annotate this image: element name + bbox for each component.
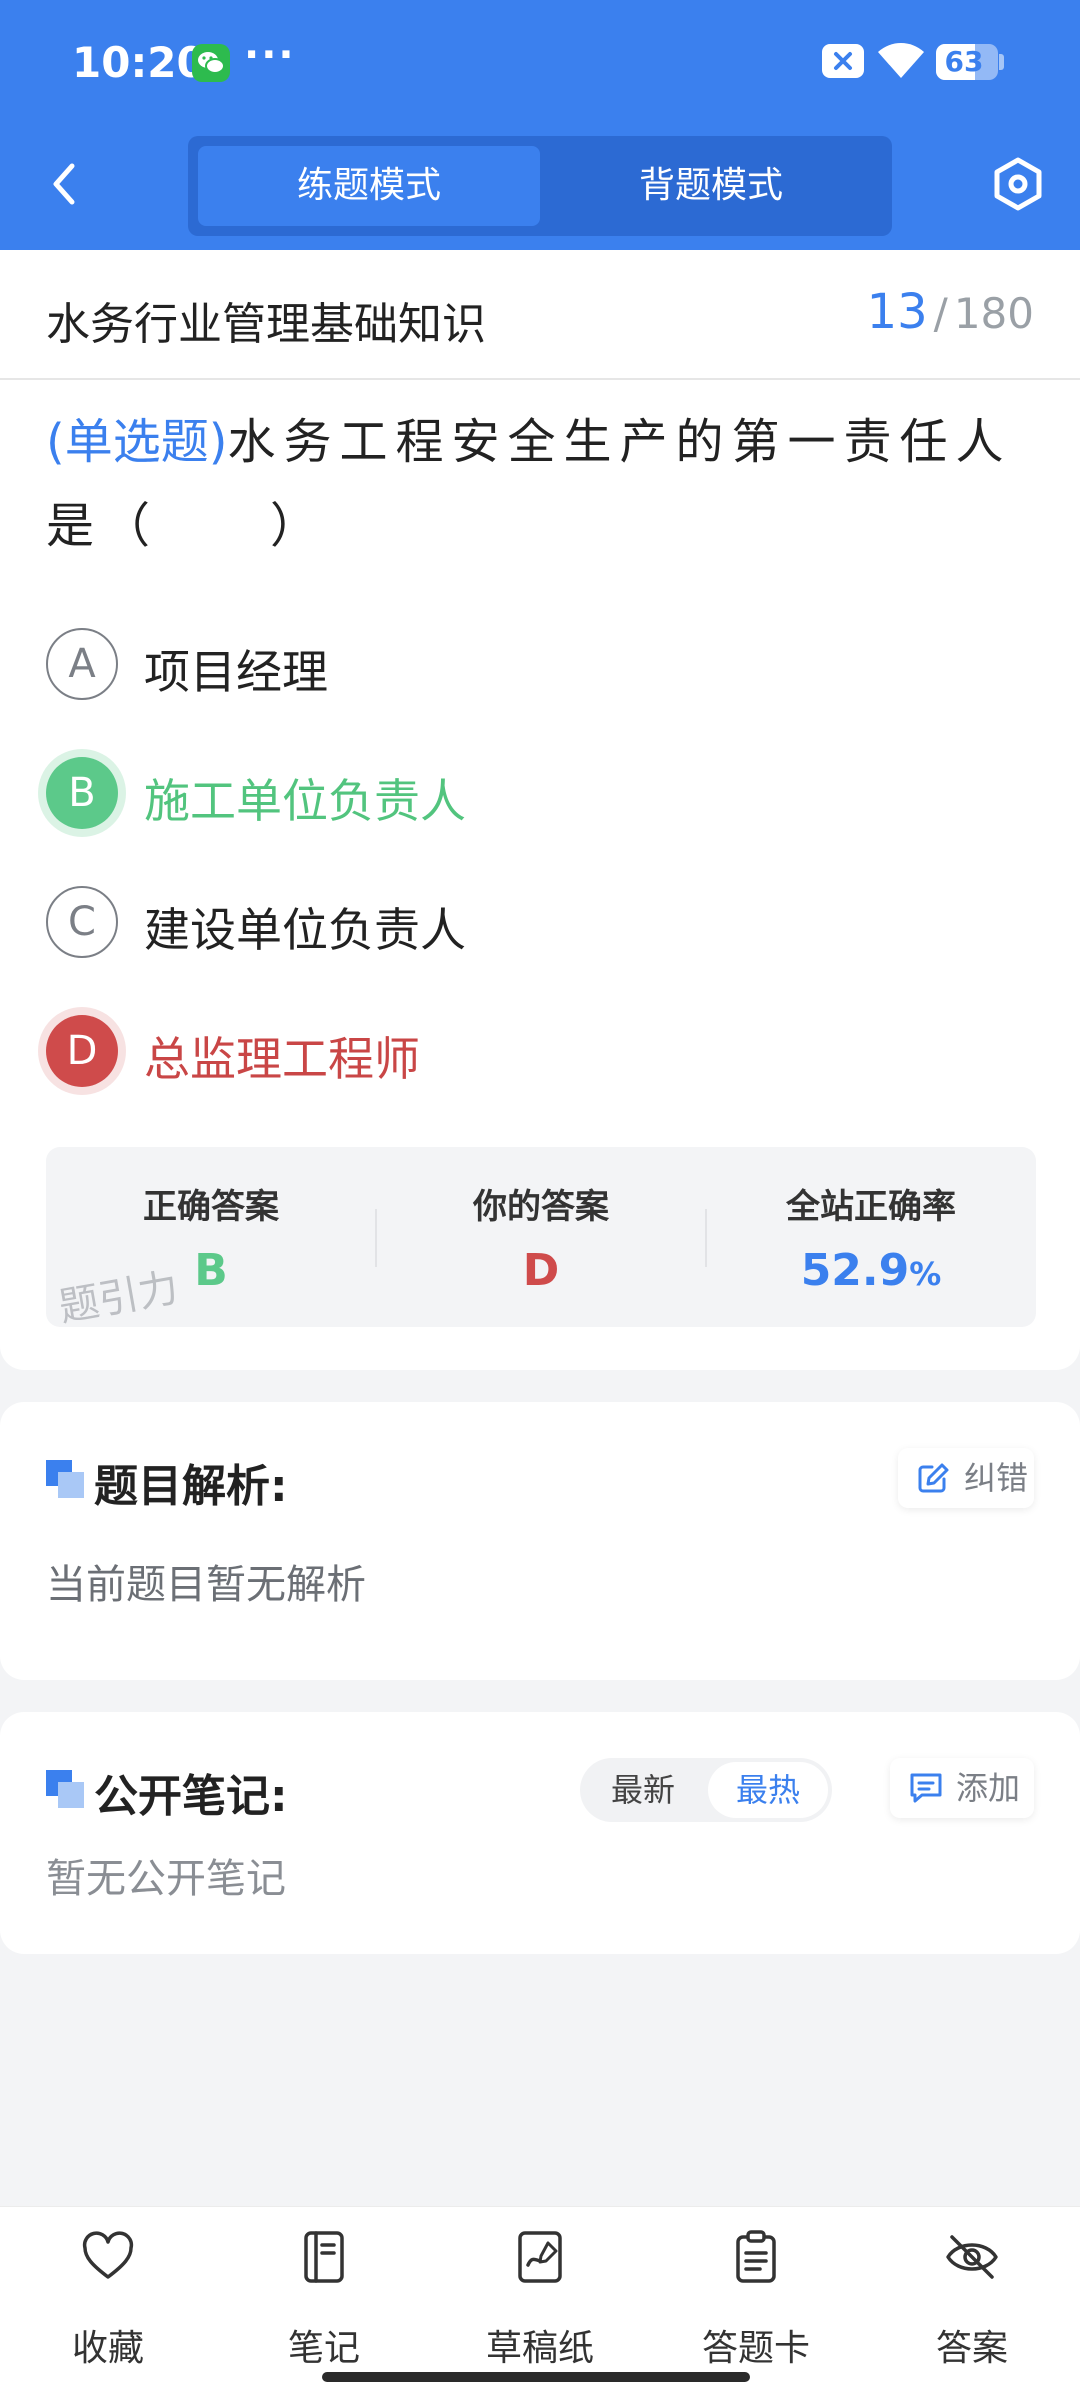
question-stem: (单选题)水务工程安全生产的第一责任人是（ ） bbox=[46, 400, 1036, 568]
sort-latest-tab[interactable]: 最新 bbox=[580, 1758, 706, 1822]
settings-button[interactable] bbox=[988, 154, 1048, 214]
add-note-label: 添加 bbox=[956, 1769, 1021, 1807]
option-b[interactable]: B 施工单位负责人 bbox=[46, 753, 946, 833]
accuracy-number: 52.9 bbox=[800, 1245, 910, 1296]
sort-hot-tab[interactable]: 最热 bbox=[708, 1762, 828, 1818]
top-header: 10:20 ··· 63 练题模式 背题模式 bbox=[0, 0, 1080, 250]
mode-switch: 练题模式 背题模式 bbox=[188, 136, 892, 236]
comment-icon bbox=[910, 1773, 942, 1803]
analysis-empty-text: 当前题目暂无解析 bbox=[46, 1562, 366, 1608]
nav-answer-card[interactable]: 答题卡 bbox=[676, 2229, 836, 2369]
your-answer-value: D bbox=[522, 1245, 560, 1296]
draft-icon bbox=[518, 2231, 562, 2283]
accuracy-col: 全站正确率 52.9% bbox=[706, 1147, 1036, 1327]
answer-card-icon bbox=[736, 2230, 776, 2283]
current-question-number: 13 bbox=[866, 284, 928, 340]
option-letter: C bbox=[46, 886, 118, 958]
nav-draft[interactable]: 草稿纸 bbox=[460, 2229, 620, 2369]
option-text: 施工单位负责人 bbox=[144, 774, 466, 828]
question-type: (单选题) bbox=[46, 414, 228, 470]
eye-off-icon bbox=[946, 2235, 998, 2279]
battery-tip bbox=[999, 54, 1004, 70]
option-text: 总监理工程师 bbox=[144, 1032, 420, 1086]
battery-icon: 63 bbox=[936, 44, 998, 80]
nav-notes-label: 笔记 bbox=[287, 2328, 360, 2369]
nav-answer-label: 答案 bbox=[935, 2328, 1008, 2369]
notes-empty-text: 暂无公开笔记 bbox=[46, 1856, 286, 1902]
add-note-button[interactable]: 添加 bbox=[890, 1758, 1034, 1818]
analysis-title: 题目解析: bbox=[94, 1461, 288, 1512]
question-card: 水务行业管理基础知识 13/180 (单选题)水务工程安全生产的第一责任人是（ … bbox=[0, 250, 1080, 1370]
analysis-card: 题目解析: 纠错 当前题目暂无解析 bbox=[0, 1402, 1080, 1680]
accuracy-label: 全站正确率 bbox=[786, 1187, 956, 1227]
your-answer-col: 你的答案 D bbox=[376, 1147, 706, 1327]
report-error-button[interactable]: 纠错 bbox=[898, 1448, 1034, 1508]
subject-row: 水务行业管理基础知识 13/180 bbox=[0, 250, 1080, 380]
bottom-nav: 收藏 笔记 草稿纸 答题卡 答案 bbox=[0, 2206, 1080, 2400]
status-time: 10:20 bbox=[72, 38, 206, 87]
option-c[interactable]: C 建设单位负责人 bbox=[46, 882, 946, 962]
nav-answer-card-label: 答题卡 bbox=[701, 2328, 810, 2369]
accuracy-value: 52.9% bbox=[706, 1245, 1036, 1296]
notes-card: 公开笔记: 最新 最热 添加 暂无公开笔记 bbox=[0, 1712, 1080, 1954]
nav-favorite-label: 收藏 bbox=[71, 2328, 144, 2369]
wifi-icon bbox=[876, 40, 926, 86]
correct-answer-label: 正确答案 bbox=[143, 1187, 279, 1227]
tab-memorize-mode[interactable]: 背题模式 bbox=[540, 146, 882, 226]
progress-separator: / bbox=[933, 289, 948, 338]
option-text: 项目经理 bbox=[144, 645, 328, 699]
total-questions: 180 bbox=[953, 289, 1034, 338]
option-d[interactable]: D 总监理工程师 bbox=[46, 1011, 946, 1091]
nav-notes[interactable]: 笔记 bbox=[244, 2229, 404, 2369]
nav-favorite[interactable]: 收藏 bbox=[28, 2229, 188, 2369]
notebook-icon bbox=[304, 2231, 344, 2283]
more-notifications-icon: ··· bbox=[244, 32, 296, 78]
nav-answer[interactable]: 答案 bbox=[892, 2229, 1052, 2369]
battery-level: 63 bbox=[944, 45, 984, 78]
option-letter: D bbox=[46, 1015, 118, 1087]
accuracy-unit: % bbox=[909, 1255, 942, 1293]
tab-practice-mode[interactable]: 练题模式 bbox=[198, 146, 540, 226]
home-indicator[interactable] bbox=[322, 2372, 750, 2382]
option-a[interactable]: A 项目经理 bbox=[46, 624, 946, 704]
notes-sort-toggle: 最新 最热 bbox=[580, 1758, 832, 1822]
notes-title: 公开笔记: bbox=[94, 1771, 288, 1822]
report-error-label: 纠错 bbox=[964, 1459, 1029, 1497]
heart-icon bbox=[82, 2231, 134, 2279]
answer-summary: 正确答案 B 你的答案 D 全站正确率 52.9% 题引力 bbox=[46, 1147, 1036, 1327]
option-letter: A bbox=[46, 628, 118, 700]
subject-title: 水务行业管理基础知识 bbox=[46, 299, 486, 350]
back-button[interactable] bbox=[40, 156, 92, 212]
option-letter: B bbox=[46, 757, 118, 829]
no-sim-icon bbox=[822, 44, 864, 78]
option-text: 建设单位负责人 bbox=[144, 903, 466, 957]
section-squares-icon bbox=[46, 1770, 86, 1810]
wechat-icon bbox=[192, 44, 230, 82]
status-bar: 10:20 ··· 63 bbox=[0, 0, 1080, 125]
your-answer-label: 你的答案 bbox=[473, 1187, 609, 1227]
question-progress: 13/180 bbox=[867, 284, 1034, 340]
section-squares-icon bbox=[46, 1460, 86, 1500]
nav-draft-label: 草稿纸 bbox=[485, 2328, 594, 2369]
hexagon-settings-icon bbox=[994, 157, 1042, 211]
edit-icon bbox=[918, 1463, 949, 1493]
